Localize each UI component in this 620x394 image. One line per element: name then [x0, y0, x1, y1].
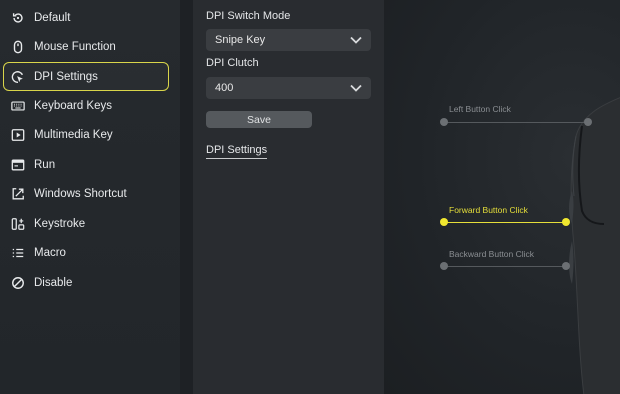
- sidebar-item-windows-shortcut[interactable]: Windows Shortcut: [3, 179, 169, 208]
- keyboard-icon: [10, 98, 26, 114]
- chevron-down-icon: [350, 36, 362, 44]
- play-icon: [10, 127, 26, 143]
- sidebar-item-multimedia-key[interactable]: Multimedia Key: [3, 120, 169, 149]
- sidebar-item-mouse-function[interactable]: Mouse Function: [3, 32, 169, 61]
- backward-button-endpoint: [562, 262, 570, 270]
- dpi-clutch-value: 400: [215, 82, 234, 94]
- sidebar-item-keystroke[interactable]: Keystroke: [3, 209, 169, 238]
- sidebar-item-label: DPI Settings: [34, 70, 98, 83]
- shortcut-icon: [10, 186, 26, 202]
- window-icon: [10, 157, 26, 173]
- left-button-connector: [444, 122, 588, 123]
- sidebar-item-run[interactable]: Run: [3, 150, 169, 179]
- keystroke-icon: [10, 216, 26, 232]
- sidebar-item-label: Keystroke: [34, 217, 86, 230]
- forward-button-endpoint: [562, 218, 570, 226]
- disable-icon: [10, 275, 26, 291]
- sidebar-item-dpi-settings[interactable]: DPI Settings: [3, 62, 169, 91]
- forward-button-dot[interactable]: [440, 218, 448, 226]
- dpi-switch-mode-value: Snipe Key: [215, 34, 266, 46]
- forward-button-click-label: Forward Button Click: [449, 205, 528, 215]
- tab-dpi-settings[interactable]: DPI Settings: [206, 144, 268, 159]
- sidebar-item-label: Default: [34, 11, 71, 24]
- mouse-icon: [10, 39, 26, 55]
- sidebar-item-label: Mouse Function: [34, 40, 116, 53]
- list-icon: [10, 245, 26, 261]
- mouse-preview: Left Button Click Forward Button Click B…: [384, 0, 620, 394]
- dpi-clutch-label: DPI Clutch: [206, 57, 259, 69]
- left-button-dot[interactable]: [440, 118, 448, 126]
- left-button-click-label: Left Button Click: [449, 104, 511, 114]
- sidebar: Default Mouse Function DPI Settings Keyb…: [0, 0, 180, 394]
- dpi-icon: [10, 69, 26, 85]
- backward-button-click-label: Backward Button Click: [449, 249, 535, 259]
- reset-icon: [10, 10, 26, 26]
- chevron-down-icon: [350, 84, 362, 92]
- panel-divider: [180, 0, 193, 394]
- dpi-clutch-select[interactable]: 400: [206, 77, 371, 99]
- mouse-image: [569, 97, 620, 394]
- backward-button-connector: [444, 266, 566, 267]
- sidebar-item-label: Windows Shortcut: [34, 187, 127, 200]
- sidebar-item-keyboard-keys[interactable]: Keyboard Keys: [3, 91, 169, 120]
- sidebar-item-label: Keyboard Keys: [34, 99, 112, 112]
- sidebar-item-disable[interactable]: Disable: [3, 268, 169, 297]
- sidebar-item-label: Run: [34, 158, 56, 171]
- sidebar-item-macro[interactable]: Macro: [3, 238, 169, 267]
- forward-button-connector: [444, 222, 566, 223]
- left-button-endpoint: [584, 118, 592, 126]
- sidebar-item-label: Disable: [34, 276, 73, 289]
- sidebar-item-default[interactable]: Default: [3, 3, 169, 32]
- sidebar-item-label: Macro: [34, 246, 66, 259]
- sidebar-item-label: Multimedia Key: [34, 128, 113, 141]
- dpi-switch-mode-label: DPI Switch Mode: [206, 10, 291, 22]
- save-button[interactable]: Save: [206, 111, 312, 128]
- dpi-switch-mode-select[interactable]: Snipe Key: [206, 29, 371, 51]
- backward-button-dot[interactable]: [440, 262, 448, 270]
- dpi-settings-panel: DPI Switch Mode Snipe Key DPI Clutch 400…: [193, 0, 384, 394]
